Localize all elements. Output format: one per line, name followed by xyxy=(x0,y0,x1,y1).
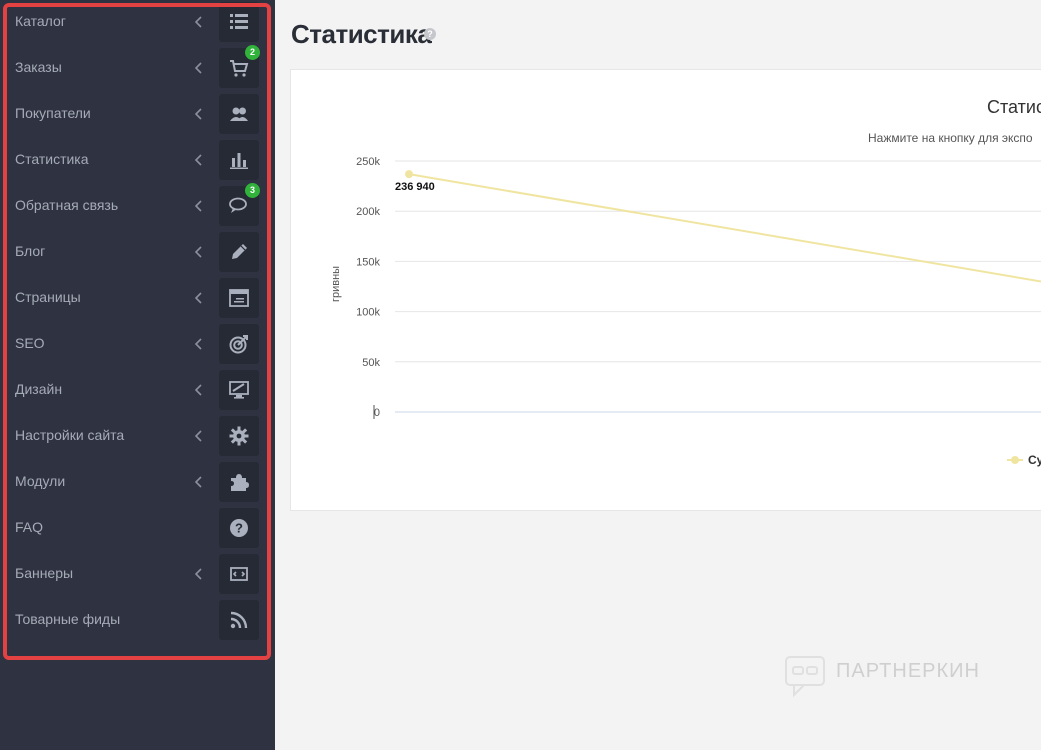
data-point xyxy=(405,170,413,179)
legend-item-label[interactable]: Су xyxy=(1028,453,1041,467)
data-label: 236 940 xyxy=(395,181,435,193)
legend-marker xyxy=(1011,456,1019,464)
chart-ylabel: гривны xyxy=(330,265,343,303)
chart-title: Статис xyxy=(987,97,1041,117)
y-tick-label: 100k xyxy=(356,307,380,319)
y-tick-label: 250k xyxy=(356,156,380,168)
watermark-text: ПАРТНЕРКИН xyxy=(836,660,980,682)
y-tick-label: 0 xyxy=(374,407,380,419)
chart-subtitle: Нажмите на кнопку для экспо xyxy=(868,131,1033,145)
y-tick-label: 50k xyxy=(362,357,380,369)
y-tick-label: 150k xyxy=(356,256,380,268)
watermark-logo xyxy=(785,656,825,698)
y-tick-label: 200k xyxy=(356,206,380,218)
statistics-chart: 0 50k 100k 150k 200k 250k 236 940 xyxy=(356,156,1041,464)
series-line xyxy=(408,173,1041,283)
